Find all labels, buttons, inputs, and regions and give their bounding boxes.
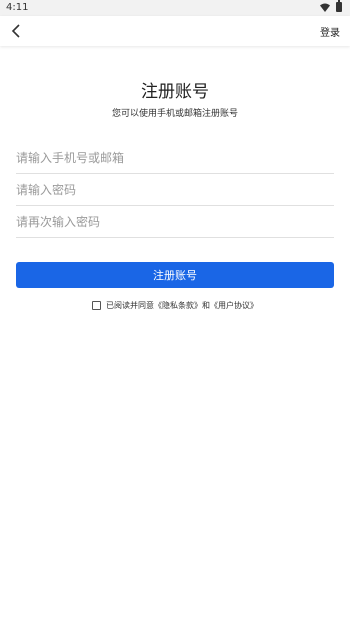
status-icons xyxy=(320,0,342,12)
agreement-joiner: 和 xyxy=(202,301,210,310)
privacy-policy-link[interactable]: 《隐私条款》 xyxy=(154,301,202,310)
back-button[interactable] xyxy=(6,21,26,41)
confirm-password-input[interactable] xyxy=(16,206,334,237)
page-title: 注册账号 xyxy=(141,82,209,102)
status-bar: 4:11 xyxy=(0,0,350,16)
login-link[interactable]: 登录 xyxy=(320,24,340,39)
battery-icon xyxy=(336,0,342,12)
register-button[interactable]: 注册账号 xyxy=(16,262,334,288)
nav-bar: 登录 xyxy=(0,16,350,46)
chevron-left-icon xyxy=(11,24,20,38)
account-field xyxy=(16,142,334,174)
password-input[interactable] xyxy=(16,174,334,205)
wifi-icon xyxy=(320,3,330,12)
page-subtitle: 您可以使用手机或邮箱注册账号 xyxy=(111,109,238,119)
confirm-password-field xyxy=(16,206,334,238)
user-agreement-link[interactable]: 《用户协议》 xyxy=(210,301,258,310)
agree-checkbox[interactable] xyxy=(92,301,101,310)
status-time: 4:11 xyxy=(6,2,29,13)
agreement-text: 已阅读并同意《隐私条款》和《用户协议》 xyxy=(106,300,258,311)
account-input[interactable] xyxy=(16,142,334,173)
agreement-row: 已阅读并同意《隐私条款》和《用户协议》 xyxy=(0,300,350,311)
password-field xyxy=(16,174,334,206)
agreement-prefix: 已阅读并同意 xyxy=(106,301,154,310)
